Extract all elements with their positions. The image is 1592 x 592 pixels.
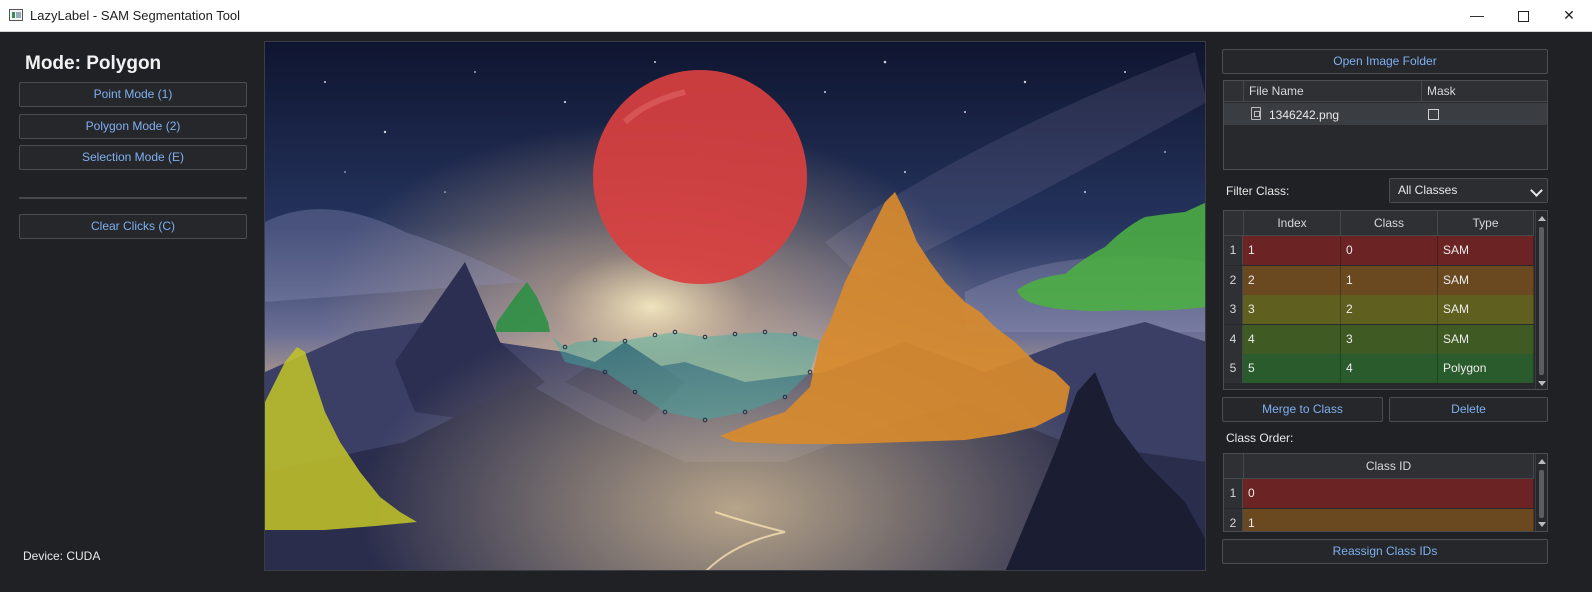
class-order-table: Class ID 1021 — [1223, 453, 1548, 532]
segment-index-cell: 4 — [1243, 324, 1341, 354]
mask-header[interactable]: Mask — [1422, 81, 1547, 102]
reassign-class-ids-button[interactable]: Reassign Class IDs — [1222, 539, 1548, 564]
title-bar: LazyLabel - SAM Segmentation Tool — ✕ — [0, 0, 1592, 32]
class-id-cell: 1 — [1243, 508, 1534, 531]
segment-type-cell: SAM — [1438, 236, 1534, 265]
segment-index-cell: 5 — [1243, 354, 1341, 383]
segments-table: Index Class Type 1 1 0 SAM 2 2 1 SAM 3 3 2 SAM 4 4 3 SA… — [1223, 210, 1548, 390]
segment-row[interactable]: 1 1 0 SAM — [1224, 236, 1534, 265]
file-table-corner — [1224, 81, 1244, 102]
file-table: File Name Mask 1346242.png — [1223, 80, 1548, 170]
window-title: LazyLabel - SAM Segmentation Tool — [30, 8, 241, 23]
segment-row[interactable]: 4 4 3 SAM — [1224, 324, 1534, 354]
delete-button[interactable]: Delete — [1389, 397, 1548, 422]
file-row[interactable]: 1346242.png — [1224, 103, 1547, 125]
class-order-row[interactable]: 21 — [1224, 508, 1534, 531]
app-icon — [9, 9, 23, 21]
segment-class-cell: 4 — [1341, 354, 1438, 383]
class-header[interactable]: Class — [1341, 211, 1438, 236]
segment-row-number: 2 — [1224, 265, 1243, 295]
maximize-icon — [1517, 10, 1529, 22]
segment-row-number: 5 — [1224, 354, 1243, 383]
segment-row-number: 3 — [1224, 295, 1243, 324]
chevron-down-icon — [1530, 184, 1543, 197]
class-order-row-number: 2 — [1224, 508, 1243, 531]
filter-class-dropdown[interactable]: All Classes — [1389, 178, 1548, 203]
close-button[interactable]: ✕ — [1546, 0, 1592, 31]
scroll-down-icon[interactable] — [1538, 522, 1546, 527]
file-name-header[interactable]: File Name — [1244, 81, 1422, 102]
open-image-folder-button[interactable]: Open Image Folder — [1222, 49, 1548, 74]
image-file-icon — [1251, 107, 1261, 120]
class-order-rows: 1021 — [1224, 479, 1534, 531]
class-order-row[interactable]: 10 — [1224, 479, 1534, 508]
segments-table-corner — [1224, 211, 1244, 236]
segment-index-cell: 1 — [1243, 236, 1341, 265]
segment-row[interactable]: 2 2 1 SAM — [1224, 265, 1534, 295]
selection-mode-button[interactable]: Selection Mode (E) — [19, 145, 247, 170]
image-canvas[interactable] — [264, 41, 1206, 571]
scroll-up-icon[interactable] — [1538, 459, 1546, 464]
segment-row-number: 1 — [1224, 236, 1243, 265]
scroll-thumb[interactable] — [1539, 470, 1544, 518]
class-id-header[interactable]: Class ID — [1244, 454, 1534, 479]
class-order-corner — [1224, 454, 1244, 479]
filter-class-value: All Classes — [1398, 183, 1458, 197]
segment-class-cell: 2 — [1341, 295, 1438, 324]
class-id-cell: 0 — [1243, 479, 1534, 508]
filter-class-label: Filter Class: — [1226, 184, 1290, 198]
segment-type-cell: SAM — [1438, 295, 1534, 324]
class-order-row-number: 1 — [1224, 479, 1243, 508]
file-name: 1346242.png — [1269, 108, 1340, 122]
type-header[interactable]: Type — [1438, 211, 1534, 236]
canvas-image — [265, 42, 1205, 570]
segment-row[interactable]: 3 3 2 SAM — [1224, 295, 1534, 324]
scroll-up-icon[interactable] — [1538, 216, 1546, 221]
device-label: Device: CUDA — [23, 549, 101, 563]
segment-index-cell: 3 — [1243, 295, 1341, 324]
clear-clicks-button[interactable]: Clear Clicks (C) — [19, 214, 247, 239]
minimize-button[interactable]: — — [1454, 0, 1500, 31]
segment-class-cell: 3 — [1341, 324, 1438, 354]
segment-row-number: 4 — [1224, 324, 1243, 354]
class-order-scrollbar[interactable] — [1535, 454, 1547, 531]
merge-to-class-button[interactable]: Merge to Class — [1222, 397, 1383, 422]
point-mode-button[interactable]: Point Mode (1) — [19, 82, 247, 107]
scroll-down-icon[interactable] — [1538, 381, 1546, 386]
divider — [19, 197, 247, 199]
segment-type-cell: SAM — [1438, 265, 1534, 295]
mode-title: Mode: Polygon — [25, 53, 162, 74]
segment-index-cell: 2 — [1243, 265, 1341, 295]
class-order-label: Class Order: — [1226, 431, 1294, 445]
segment-row[interactable]: 5 5 4 Polygon — [1224, 354, 1534, 383]
segments-rows: 1 1 0 SAM 2 2 1 SAM 3 3 2 SAM 4 4 3 SAM 5 5 4 Polygon — [1224, 236, 1534, 389]
maximize-button[interactable] — [1500, 0, 1546, 31]
segment-type-cell: SAM — [1438, 324, 1534, 354]
segment-class-cell: 1 — [1341, 265, 1438, 295]
scroll-thumb[interactable] — [1539, 227, 1544, 375]
segment-type-cell: Polygon — [1438, 354, 1534, 383]
polygon-mode-button[interactable]: Polygon Mode (2) — [19, 114, 247, 139]
segment-class-cell: 0 — [1341, 236, 1438, 265]
mask-checkbox[interactable] — [1428, 109, 1439, 120]
segments-scrollbar[interactable] — [1535, 211, 1547, 389]
index-header[interactable]: Index — [1244, 211, 1341, 236]
